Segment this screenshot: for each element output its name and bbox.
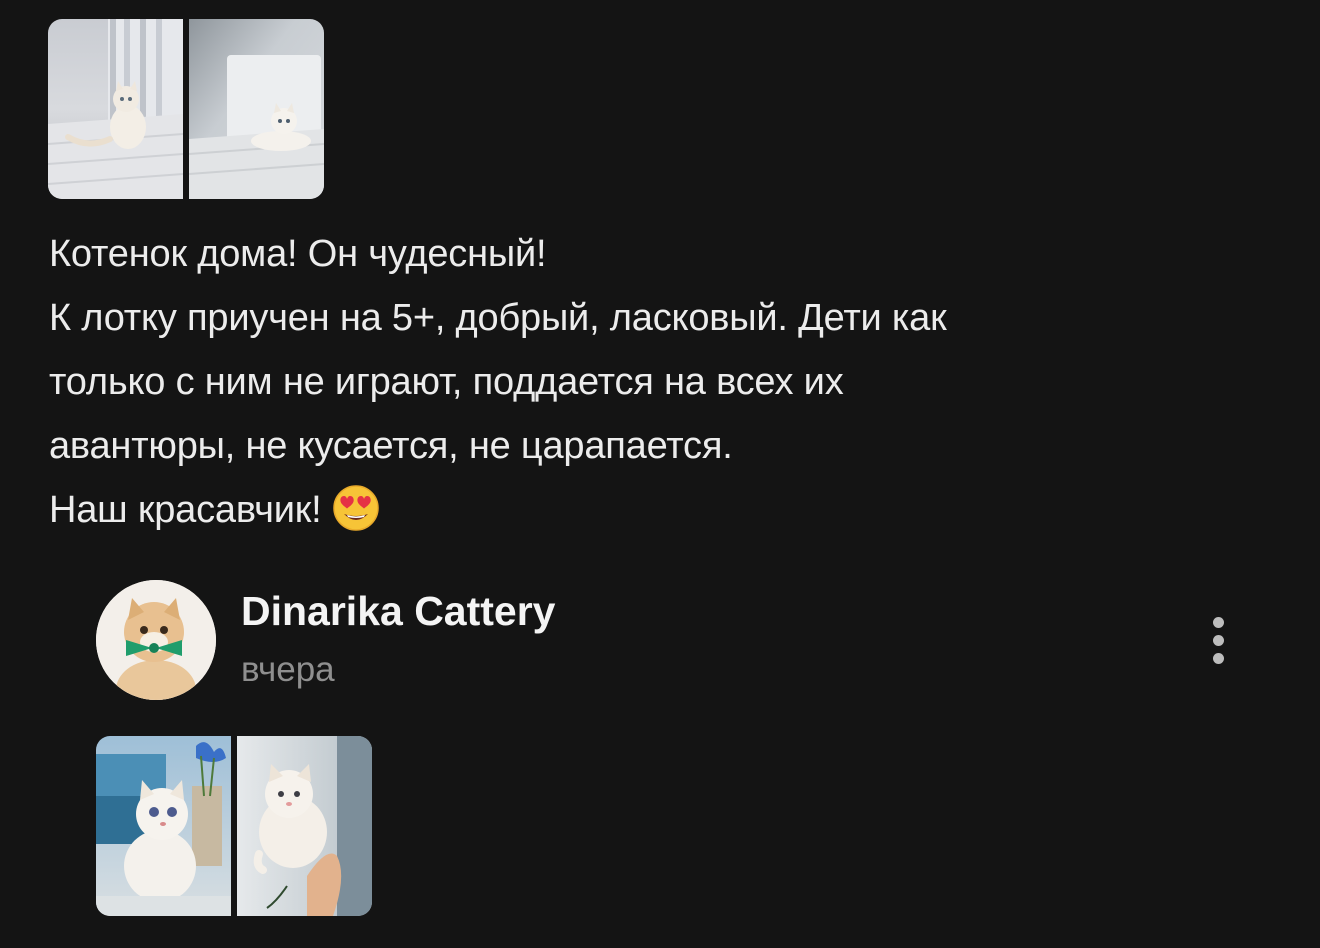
review-line-5: Наш красавчик! bbox=[49, 489, 322, 531]
menu-dot bbox=[1212, 652, 1224, 664]
reply-photo-1[interactable] bbox=[96, 736, 231, 916]
review-text: Котенок дома! Он чудесный! К лотку приуч… bbox=[49, 222, 1249, 542]
author-name[interactable]: Dinarika Cattery bbox=[241, 588, 555, 635]
review-feed: Котенок дома! Он чудесный! К лотку приуч… bbox=[0, 0, 1320, 948]
review-photo-1[interactable] bbox=[48, 19, 183, 199]
menu-dot bbox=[1212, 634, 1224, 646]
review-line-3: только с ним не играют, поддается на все… bbox=[49, 361, 844, 403]
review-line-1: Котенок дома! Он чудесный! bbox=[49, 233, 547, 275]
review-line-5-wrap: Наш красавчик! bbox=[49, 478, 1249, 542]
menu-dot bbox=[1212, 616, 1224, 628]
more-vertical-icon[interactable] bbox=[1200, 612, 1236, 668]
reply-photo-2[interactable] bbox=[237, 736, 372, 916]
reply-photo-gallery bbox=[96, 736, 372, 916]
review-photo-gallery bbox=[48, 19, 324, 199]
review-line-4: авантюры, не кусается, не царапается. bbox=[49, 425, 733, 467]
review-photo-2[interactable] bbox=[189, 19, 324, 199]
author-avatar[interactable] bbox=[96, 580, 216, 700]
review-line-2: К лотку приучен на 5+, добрый, ласковый.… bbox=[49, 297, 947, 339]
heart-eyes-emoji-icon bbox=[332, 484, 380, 532]
post-time: вчера bbox=[241, 650, 335, 689]
